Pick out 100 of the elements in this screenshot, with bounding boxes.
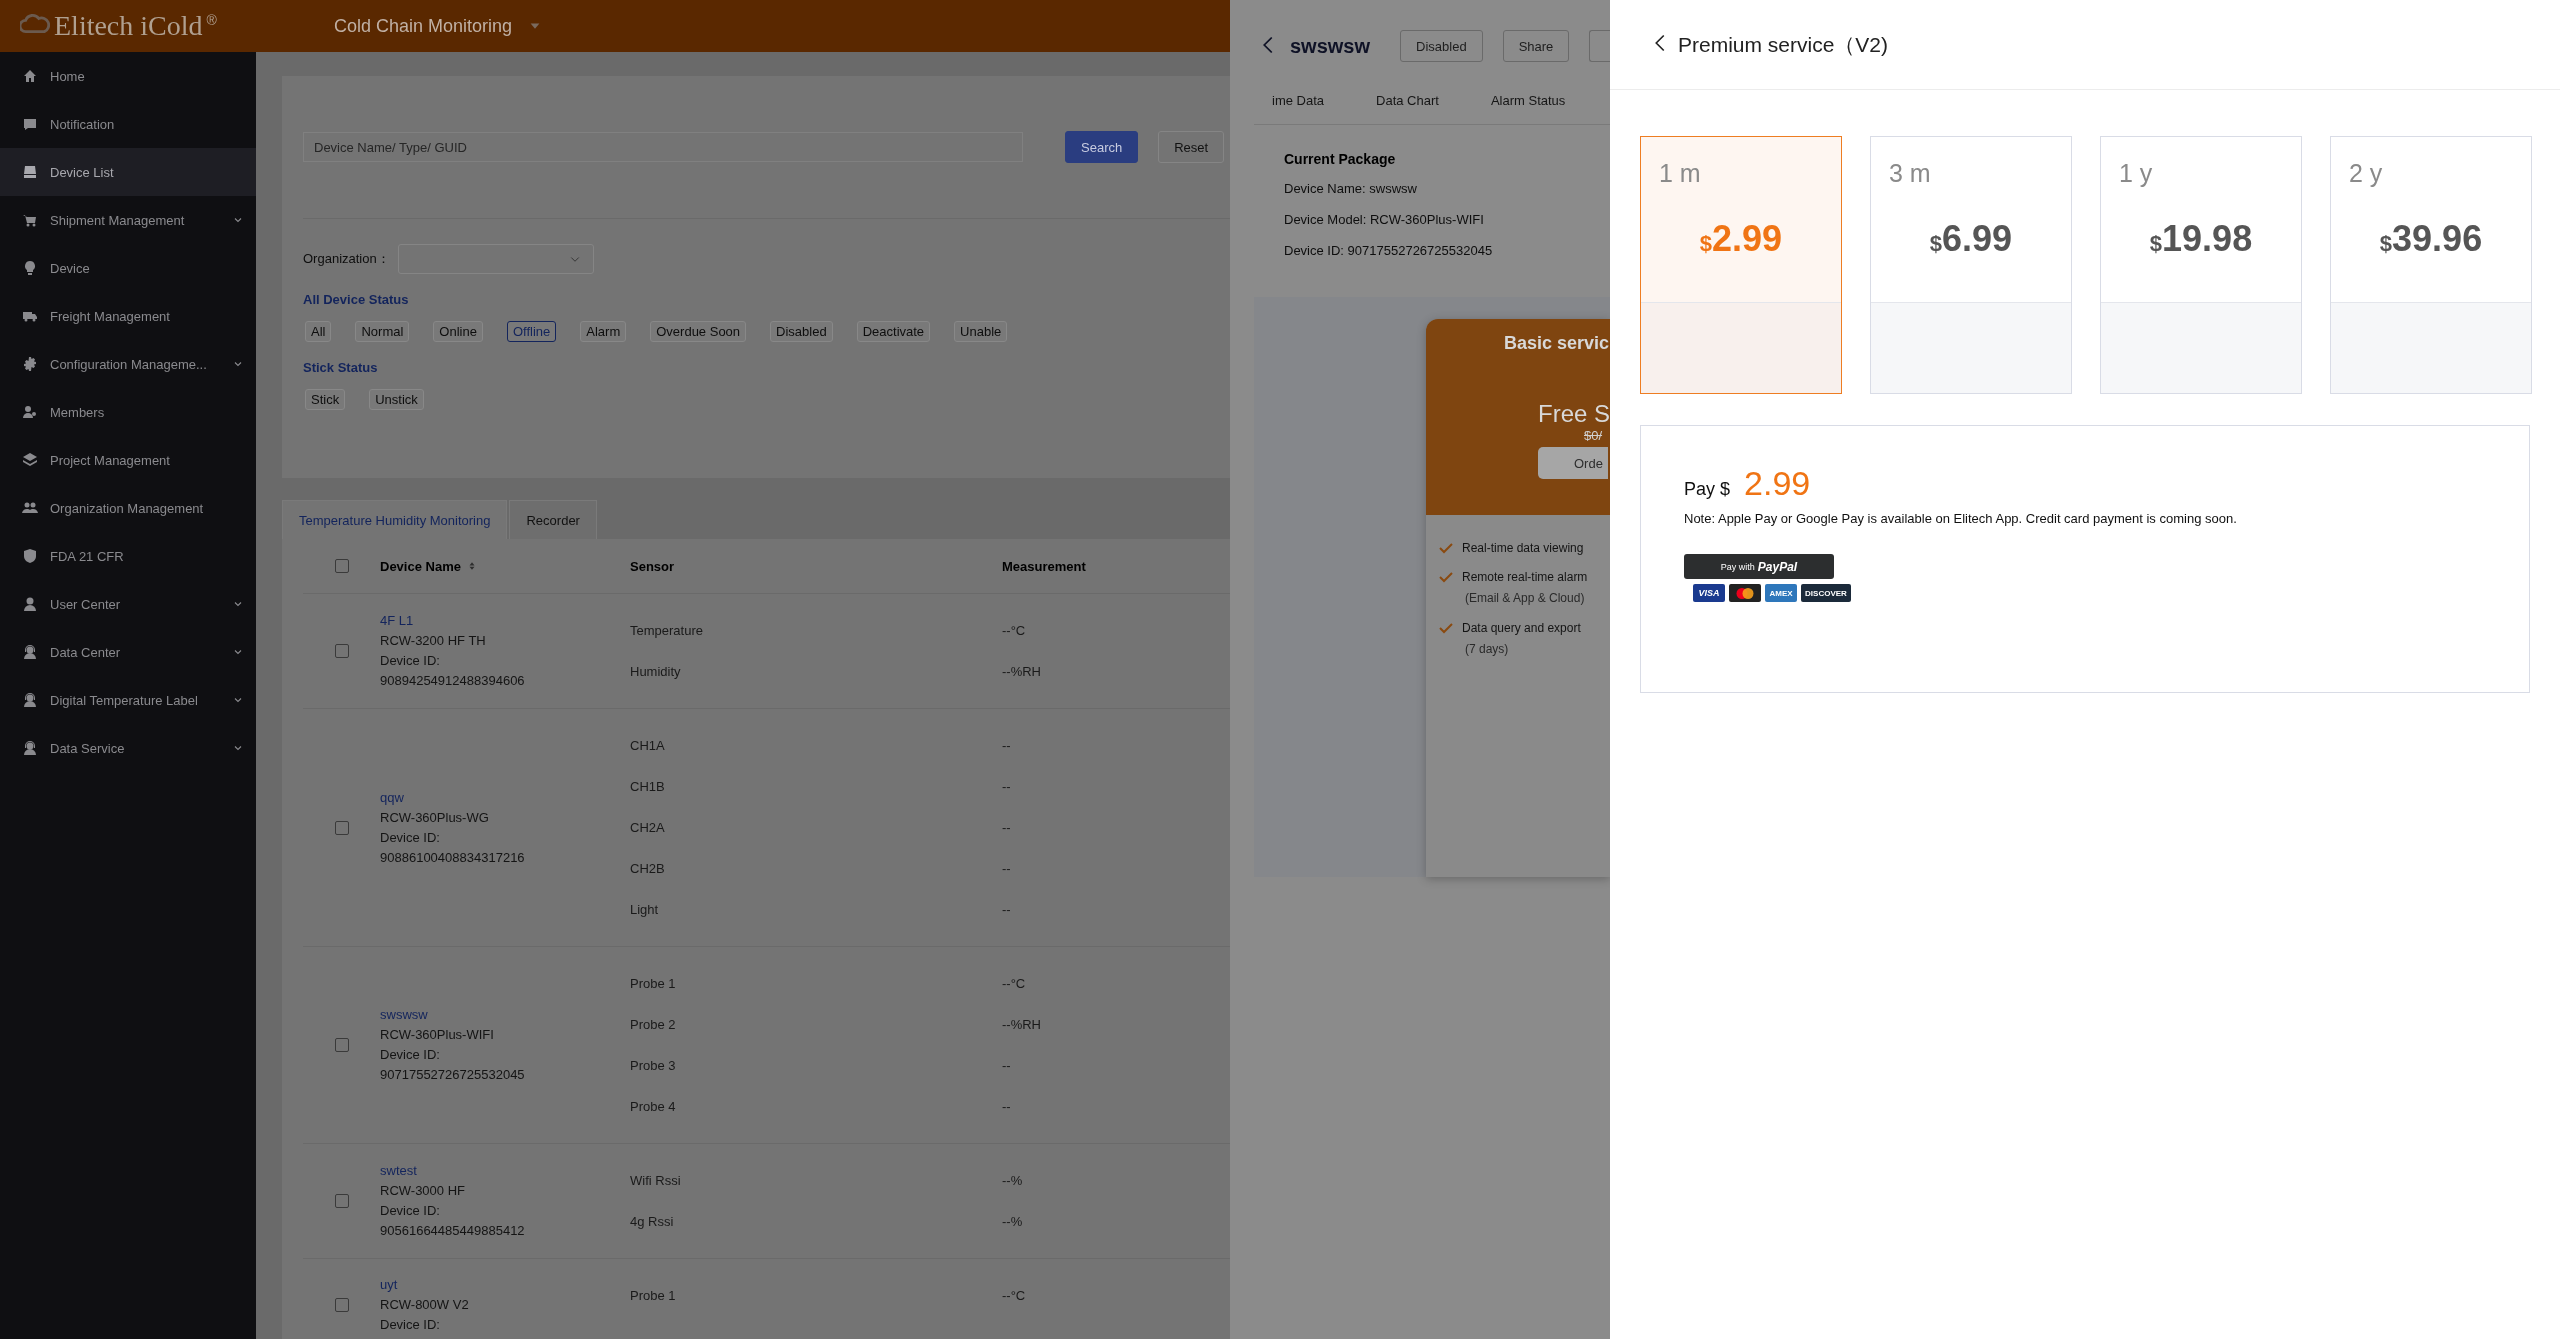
- measurement-value: --: [1002, 779, 1011, 794]
- plan-option[interactable]: 1 y $19.98: [2100, 136, 2302, 394]
- sensor-name: 4g Rssi: [630, 1214, 674, 1229]
- filter-chip[interactable]: Offline: [506, 321, 557, 342]
- filter-chip[interactable]: Stick: [305, 389, 346, 410]
- drawer-tab[interactable]: Data Chart: [1376, 92, 1439, 108]
- sidebar-item[interactable]: Shipment Management: [0, 196, 256, 244]
- filter-chip[interactable]: Normal: [355, 321, 410, 342]
- reset-button[interactable]: Reset: [1158, 131, 1225, 163]
- sidebar-item[interactable]: Device: [0, 244, 256, 292]
- plan-option[interactable]: 2 y $39.96: [2330, 136, 2532, 394]
- device-id-label: Device ID:: [380, 1316, 441, 1334]
- device-link[interactable]: uyt: [380, 1275, 630, 1295]
- plan-price: $6.99: [1929, 218, 2013, 259]
- device-id-label: Device ID:: [380, 1046, 441, 1064]
- checkbox[interactable]: [334, 559, 349, 573]
- device-link[interactable]: swtest: [380, 1161, 630, 1181]
- group-icon: [22, 500, 38, 516]
- mastercard-icon: [1729, 584, 1761, 602]
- filter-chip[interactable]: Disabled: [770, 321, 833, 342]
- sidebar-item[interactable]: Freight Management: [0, 292, 256, 340]
- measurement-value: --: [1002, 1058, 1011, 1073]
- sensor-name: Wifi Rssi: [630, 1173, 681, 1188]
- measurement-value: --°C: [1002, 1288, 1026, 1303]
- plan-period: 1 y: [2119, 159, 2153, 187]
- feature-text: Data query and export: [1462, 620, 1581, 635]
- plan-option[interactable]: 3 m $6.99: [1870, 136, 2072, 394]
- device-id-label: Device ID:: [380, 828, 441, 847]
- checkbox[interactable]: [334, 1298, 349, 1312]
- package-detail: Device ID: 90717552726725532045: [1284, 243, 1493, 258]
- device-id-label: Device ID:: [380, 652, 441, 670]
- drawer-tab[interactable]: Alarm Status: [1490, 92, 1566, 108]
- sensor-name: Probe 1: [630, 976, 676, 991]
- order-button[interactable]: Orde: [1538, 447, 1608, 479]
- shield-icon: [22, 548, 38, 564]
- sidebar-item[interactable]: Data Service: [0, 724, 256, 772]
- sensor-name: Light: [630, 902, 659, 917]
- pay-amount: 2.99: [1744, 464, 1811, 503]
- device-link[interactable]: 4F L1: [380, 611, 630, 631]
- column-header: Sensor: [630, 558, 675, 574]
- measurement-value: --: [1002, 820, 1011, 835]
- feature-note: (Email & App & Cloud): [1465, 591, 1585, 605]
- payment-note: Note: Apple Pay or Google Pay is available on Elitech App. Credit card payment is coming soon.: [1684, 511, 2237, 526]
- drawer-tab[interactable]: ime Data: [1272, 92, 1325, 108]
- checkbox[interactable]: [334, 1194, 349, 1208]
- sidebar-item[interactable]: User Center: [0, 580, 256, 628]
- sidebar-item[interactable]: Device List: [0, 148, 256, 196]
- headset-icon: [22, 644, 38, 660]
- plan-period: 3 m: [1889, 159, 1931, 187]
- sidebar-item[interactable]: Members: [0, 388, 256, 436]
- sensor-name: Temperature: [630, 623, 703, 638]
- sidebar-item[interactable]: Project Management: [0, 436, 256, 484]
- package-detail: Device Name: swswsw: [1284, 181, 1417, 196]
- checkbox[interactable]: [334, 820, 349, 835]
- home-icon: [22, 68, 38, 84]
- filter-chip[interactable]: Online: [433, 321, 483, 342]
- filter-chip[interactable]: Unstick: [369, 389, 424, 410]
- device-link[interactable]: qqw: [380, 787, 630, 808]
- cart-icon: [22, 212, 38, 228]
- sidebar-item[interactable]: Digital Temperature Label: [0, 676, 256, 724]
- message-icon: [22, 116, 38, 132]
- checkbox[interactable]: [334, 1038, 349, 1052]
- plan-option[interactable]: 1 m $2.99: [1640, 136, 1842, 394]
- filter-chip[interactable]: All: [305, 321, 332, 342]
- search-button[interactable]: Search: [1065, 131, 1139, 163]
- plan-period: 2 y: [2349, 159, 2383, 187]
- checkbox[interactable]: [334, 644, 349, 658]
- search-field[interactable]: Device Name/ Type/ GUID: [303, 132, 1023, 162]
- sidebar-item[interactable]: Configuration Manageme...: [0, 340, 256, 388]
- sidebar-item[interactable]: FDA 21 CFR: [0, 532, 256, 580]
- device-id-label: Device ID:: [380, 1202, 441, 1220]
- sidebar-item[interactable]: Notification: [0, 100, 256, 148]
- sidebar-item[interactable]: Data Center: [0, 628, 256, 676]
- tab[interactable]: Recorder: [509, 500, 597, 539]
- app-switcher[interactable]: Cold Chain Monitoring: [334, 15, 543, 37]
- sidebar-item[interactable]: Organization Management: [0, 484, 256, 532]
- measurement-value: --%: [1002, 1173, 1023, 1188]
- device-model: RCW-800W V2: [380, 1296, 470, 1314]
- tab[interactable]: Temperature Humidity Monitoring: [282, 500, 508, 539]
- plan-price: $19.98: [2149, 218, 2253, 259]
- filter-chip[interactable]: Alarm: [580, 321, 627, 342]
- filter-chip[interactable]: Unable: [954, 321, 1008, 342]
- paypal-button[interactable]: Pay with PayPal: [1684, 554, 1834, 579]
- drawer-button[interactable]: Share: [1502, 30, 1570, 62]
- visa-card-icon: VISA: [1693, 584, 1725, 602]
- device-model: RCW-3000 HF: [380, 1182, 466, 1200]
- filter-chip[interactable]: Overdue Soon: [650, 321, 747, 342]
- sensor-name: CH2A: [630, 820, 665, 835]
- sidebar-item[interactable]: Home: [0, 52, 256, 100]
- feature-text: Real-time data viewing: [1462, 540, 1584, 555]
- filter-group-title: All Device Status: [303, 292, 410, 307]
- pay-label: Pay $: [1684, 479, 1731, 500]
- measurement-value: --°C: [1002, 623, 1026, 638]
- section-title: Current Package: [1284, 151, 1397, 167]
- drawer-button[interactable]: Disabled: [1400, 30, 1483, 62]
- device-link[interactable]: swswsw: [380, 1005, 630, 1025]
- logo-text: Elitech iCold: [54, 10, 203, 42]
- toolbar-button[interactable]: [1589, 30, 1610, 62]
- plan-price: Free S: [1538, 400, 1610, 428]
- filter-chip[interactable]: Deactivate: [856, 321, 931, 342]
